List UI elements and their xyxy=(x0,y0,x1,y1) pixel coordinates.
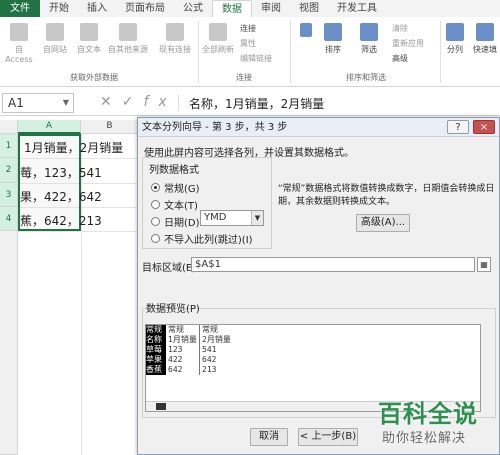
destination-input[interactable]: $A$1 xyxy=(191,257,475,272)
format-note-line-2: 期，其余数据则转换成文本。 xyxy=(278,197,396,207)
dialog-title: 文本分列向导 - 第 3 步，共 3 步 xyxy=(138,118,499,137)
from-other-sources-button[interactable]: 自其他来源 xyxy=(106,23,150,55)
tab-home[interactable]: 开始 xyxy=(40,0,78,17)
flash-fill-icon xyxy=(476,23,494,41)
formula-action-icons: ✕✓fx xyxy=(100,94,177,110)
advanced-filter-link[interactable]: 高级 xyxy=(392,53,408,64)
tab-formulas[interactable]: 公式 xyxy=(174,0,212,17)
cell-a1[interactable]: 1月销量，2月销量 xyxy=(24,139,123,156)
filter-icon xyxy=(360,23,378,41)
tab-file[interactable]: 文件 xyxy=(0,0,40,17)
connections-link[interactable]: 连接 xyxy=(240,23,256,34)
radio-dot-icon xyxy=(151,217,160,226)
refresh-all-button[interactable]: 全部刷新 xyxy=(200,23,236,55)
row-header-2[interactable]: 2 xyxy=(0,158,18,183)
group-label-sort-filter: 排序和筛选 xyxy=(346,73,386,82)
clear-filter-link[interactable]: 清除 xyxy=(392,23,408,34)
radio-skip-column[interactable]: 不导入此列(跳过)(I) xyxy=(151,231,253,246)
watermark-subtitle: 助你轻松解决 xyxy=(382,431,467,446)
sort-icon xyxy=(324,23,342,41)
select-all-corner[interactable] xyxy=(0,120,18,134)
from-web-button[interactable]: 自网站 xyxy=(38,23,72,55)
watermark: 百科全说 助你轻松解决 xyxy=(368,392,500,455)
web-icon xyxy=(46,23,64,41)
edit-links-link[interactable]: 编辑链接 xyxy=(240,53,272,64)
text-to-columns-icon xyxy=(446,23,464,41)
column-format-group: 列数据格式 常规(G) 文本(T) 日期(D): 不导入此列(跳过)(I) xyxy=(142,157,272,249)
column-format-legend: 列数据格式 xyxy=(149,165,199,176)
advanced-button[interactable]: 高级(A)... xyxy=(356,214,410,232)
column-header-b[interactable]: B xyxy=(81,120,139,134)
tab-insert[interactable]: 插入 xyxy=(78,0,116,17)
gridline xyxy=(81,134,82,455)
cell-a4[interactable]: 蕉，642，213 xyxy=(20,212,102,229)
row-header-blank xyxy=(0,231,18,455)
chevron-down-icon[interactable]: ▼ xyxy=(63,94,69,112)
group-label-connections: 连接 xyxy=(236,73,252,82)
radio-dot-icon xyxy=(151,183,160,192)
tab-view[interactable]: 视图 xyxy=(290,0,328,17)
group-label-get-external: 获取外部数据 xyxy=(70,73,118,82)
other-sources-icon xyxy=(119,23,137,41)
connections-icon xyxy=(166,23,184,41)
gridline xyxy=(18,231,137,232)
tab-developer[interactable]: 开发工具 xyxy=(328,0,386,17)
radio-date[interactable]: 日期(D): xyxy=(151,214,203,229)
text-file-icon xyxy=(80,23,98,41)
preview-column-2[interactable]: 常规 1月销量 123 422 642 xyxy=(168,325,200,375)
name-box[interactable]: A1 ▼ xyxy=(2,93,74,113)
formula-input[interactable]: 名称，1月销量，2月销量 xyxy=(178,95,324,111)
radio-dot-icon xyxy=(151,200,160,209)
radio-general[interactable]: 常规(G) xyxy=(151,180,200,195)
ribbon: 自 Access 自网站 自文本 自其他来源 现有连接 获取外部数据 全部刷新 … xyxy=(0,17,500,87)
back-button[interactable]: < 上一步(B) xyxy=(298,428,358,446)
ribbon-tab-bar: 文件 开始 插入 页面布局 公式 数据 审阅 视图 开发工具 xyxy=(0,0,500,17)
text-to-columns-button[interactable]: 分列 xyxy=(442,23,468,55)
close-button[interactable]: × xyxy=(473,120,495,134)
ribbon-divider xyxy=(198,21,199,83)
filter-button[interactable]: 筛选 xyxy=(352,23,386,55)
from-text-button[interactable]: 自文本 xyxy=(72,23,106,55)
tab-page-layout[interactable]: 页面布局 xyxy=(116,0,174,17)
existing-connections-button[interactable]: 现有连接 xyxy=(156,23,194,55)
flash-fill-button[interactable]: 快速填 xyxy=(470,23,500,55)
chevron-down-icon[interactable]: ▼ xyxy=(251,211,263,225)
insert-function-icon[interactable]: fx xyxy=(143,94,176,110)
scrollbar-thumb[interactable] xyxy=(156,403,166,410)
ribbon-divider xyxy=(290,21,291,83)
watermark-title: 百科全说 xyxy=(378,400,478,428)
sort-ascending-icon xyxy=(300,23,312,37)
sort-az-button[interactable] xyxy=(296,23,316,40)
row-header-3[interactable]: 3 xyxy=(0,183,18,207)
from-access-button[interactable]: 自 Access xyxy=(2,23,36,64)
properties-link[interactable]: 属性 xyxy=(240,38,256,49)
preview-column-3[interactable]: 常规 2月销量 541 642 213 xyxy=(202,325,242,375)
column-header-a[interactable]: A xyxy=(18,120,81,134)
row-header-1[interactable]: 1 xyxy=(0,134,18,158)
cancel-button[interactable]: 取消 xyxy=(250,428,288,446)
sort-button[interactable]: 排序 xyxy=(316,23,350,55)
cell-a2[interactable]: 莓，123，541 xyxy=(20,164,102,181)
cancel-icon[interactable]: ✕ xyxy=(100,94,122,110)
data-preview-legend: 数据预览(P) xyxy=(146,304,200,315)
refresh-icon xyxy=(209,23,227,41)
help-button[interactable]: ? xyxy=(447,120,469,134)
range-select-icon[interactable]: ▦ xyxy=(477,257,491,272)
confirm-icon[interactable]: ✓ xyxy=(122,94,144,110)
tab-data[interactable]: 数据 xyxy=(212,0,252,17)
reapply-link[interactable]: 重新应用 xyxy=(392,38,424,49)
tab-review[interactable]: 审阅 xyxy=(252,0,290,17)
radio-text[interactable]: 文本(T) xyxy=(151,197,198,212)
radio-dot-icon xyxy=(151,234,160,243)
preview-column-1[interactable]: 常规 名称 草莓 苹果 香蕉 xyxy=(146,325,166,375)
ribbon-divider xyxy=(440,21,441,83)
format-note-line-1: “常规”数据格式将数值转换成数字，日期值会转换成日 xyxy=(278,184,495,194)
row-header-4[interactable]: 4 xyxy=(0,207,18,231)
access-icon xyxy=(10,23,28,41)
date-format-select[interactable]: YMD ▼ xyxy=(200,210,264,226)
formula-bar: A1 ▼ ✕✓fx 名称，1月销量，2月销量 xyxy=(0,90,500,116)
cell-a3[interactable]: 果，422，642 xyxy=(20,188,102,205)
